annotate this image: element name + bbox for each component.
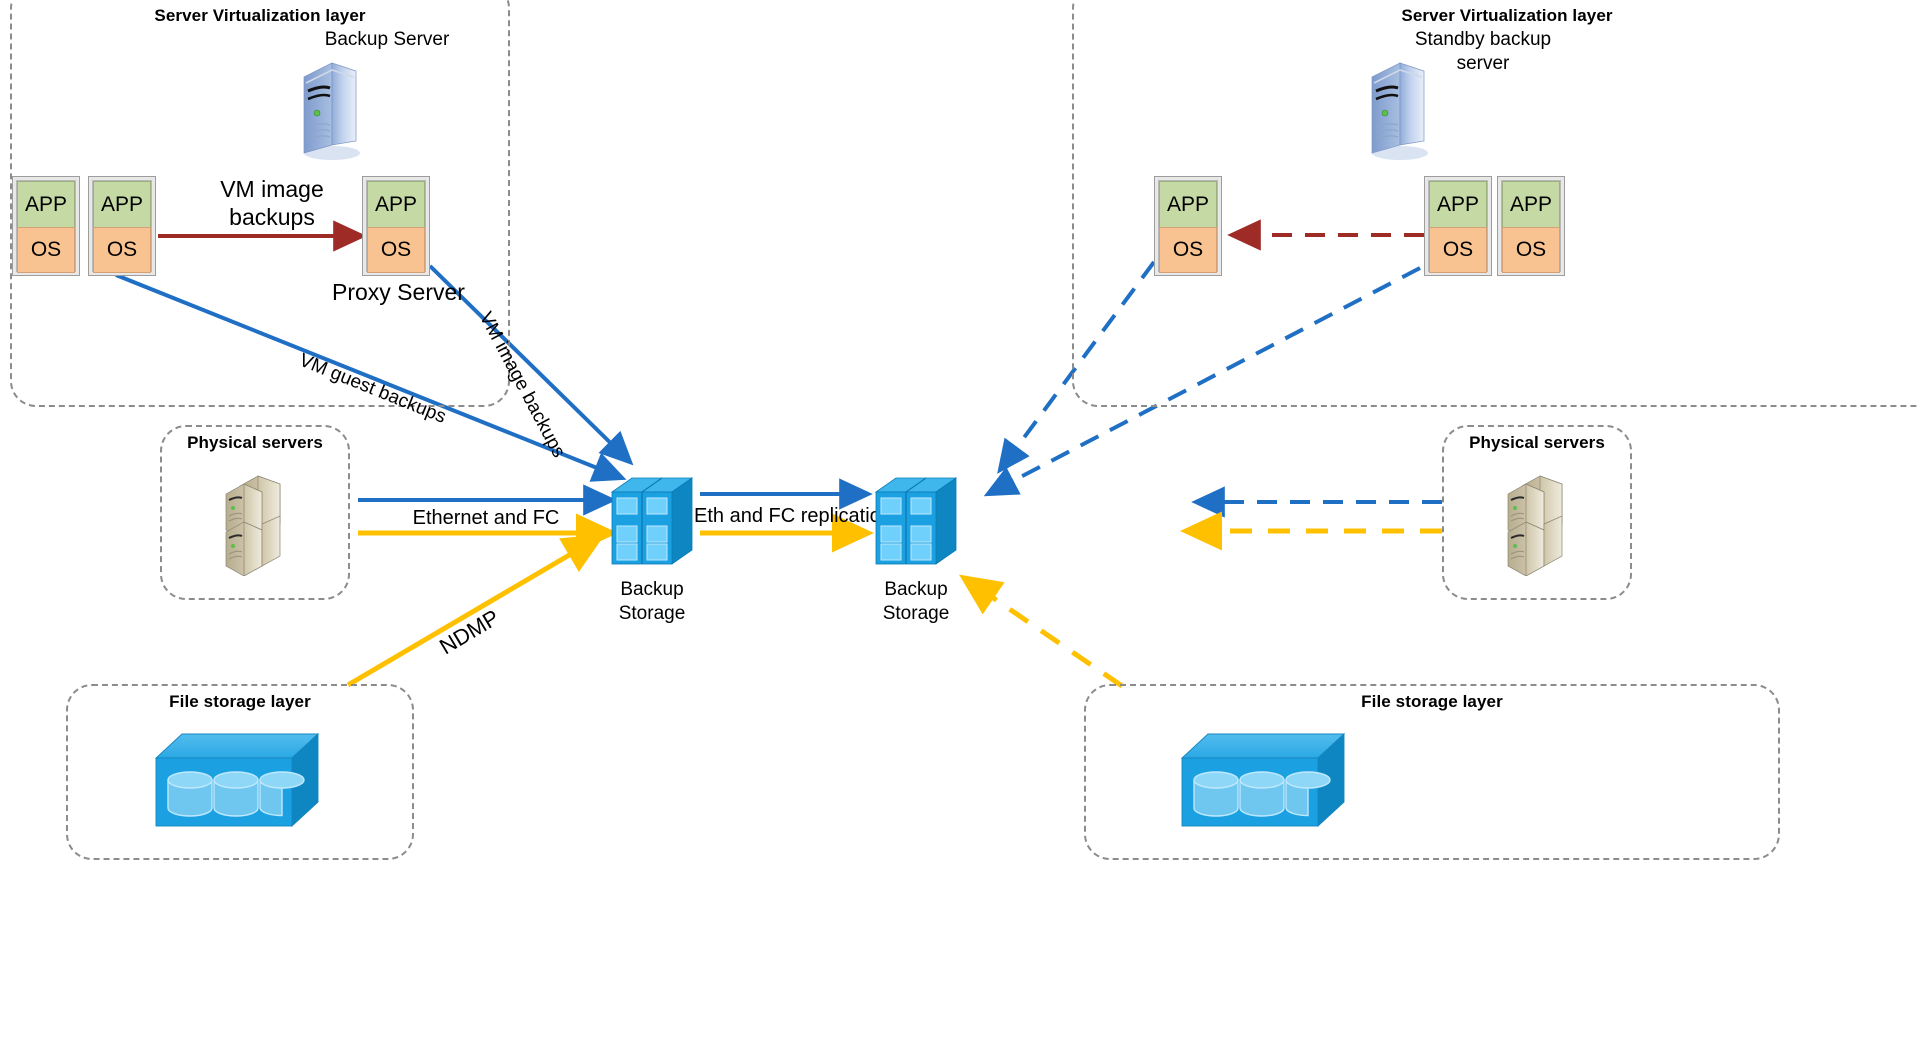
zone-title-left-virtualization: Server Virtualization layer [154, 6, 366, 25]
vm-left-1: APP OS [12, 176, 80, 276]
left-physical-servers-icon [218, 472, 292, 577]
right-backup-storage-icon [872, 470, 960, 574]
vm-right-source-2-app: APP [1502, 181, 1560, 227]
vm-proxy-app: APP [367, 181, 425, 227]
arrow-ndmp [346, 533, 606, 688]
vm-right-target: APP OS [1154, 176, 1222, 276]
backup-server-icon [290, 57, 362, 161]
zone-title-right-file-storage: File storage layer [1361, 692, 1503, 711]
vm-left-2-app: APP [93, 181, 151, 227]
label-ethernet-and-fc: Ethernet and FC [412, 507, 560, 529]
vm-left-2-os: OS [93, 227, 151, 273]
vm-right-target-os: OS [1159, 227, 1217, 273]
arrow-right-file-storage-yellow-dashed [959, 574, 1124, 689]
right-file-storage-icon [1178, 730, 1348, 832]
vm-proxy-os: OS [367, 227, 425, 273]
zone-title-left-physical: Physical servers [187, 433, 323, 452]
backup-server-label: Backup Server [324, 29, 450, 50]
vm-right-source-2-os: OS [1502, 227, 1560, 273]
left-backup-storage-icon [608, 470, 696, 574]
vm-proxy-server: APP OS [362, 176, 430, 276]
right-physical-servers-icon [1500, 472, 1574, 577]
standby-backup-server-icon [1358, 57, 1430, 161]
right-backup-storage-label: Backup Storage [882, 579, 950, 624]
vm-right-source-1: APP OS [1424, 176, 1492, 276]
label-vm-image-backups-top: VM image backups [220, 176, 324, 231]
vm-right-source-1-app: APP [1429, 181, 1487, 227]
left-file-storage-icon [152, 730, 322, 832]
vm-left-2: APP OS [88, 176, 156, 276]
label-eth-and-fc-replication: Eth and FC replication [694, 505, 892, 527]
zone-title-left-file-storage: File storage layer [169, 692, 311, 711]
vm-left-1-app: APP [17, 181, 75, 227]
vm-right-target-app: APP [1159, 181, 1217, 227]
zone-title-right-virtualization: Server Virtualization layer [1401, 6, 1613, 25]
label-ndmp: NDMP [435, 604, 504, 660]
left-backup-storage-label: Backup Storage [618, 579, 686, 624]
vm-left-1-os: OS [17, 227, 75, 273]
zone-title-right-physical: Physical servers [1469, 433, 1605, 452]
vm-right-source-1-os: OS [1429, 227, 1487, 273]
proxy-server-label: Proxy Server [332, 279, 465, 305]
diagram-canvas: Server Virtualization layer Backup Serve… [0, 0, 1920, 1049]
vm-right-source-2: APP OS [1497, 176, 1565, 276]
